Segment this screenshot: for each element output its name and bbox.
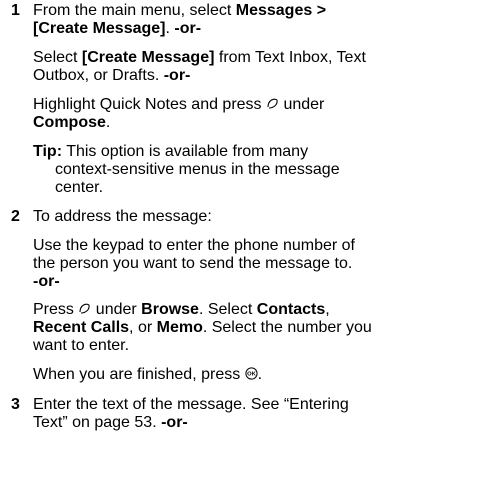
menu-path-create-message: [Create Message] [33, 20, 166, 37]
contacts-label: Contacts [256, 301, 326, 318]
or-marker: -or- [174, 20, 202, 37]
step-1-alt-1: Select [Create Message] from Text Inbox,… [33, 49, 366, 84]
memo-label: Memo [156, 319, 203, 336]
step-2-finished: When you are finished, press OK. [33, 366, 263, 383]
step-2-keypad: Use the keypad to enter the phone number… [33, 237, 355, 290]
browse-label: Browse [141, 301, 199, 318]
tip-label: Tip: [33, 143, 63, 160]
step-2-intro: To address the message: [33, 208, 212, 225]
tip-block: Tip: This option is available from many … [33, 143, 340, 196]
step-1-text: From the main menu, select Messages > [C… [33, 2, 327, 37]
right-softkey-icon [266, 97, 279, 110]
step-1-number: 1 [11, 2, 20, 19]
svg-text:OK: OK [247, 372, 257, 378]
step-1-alt-2: Highlight Quick Notes and press under Co… [33, 96, 325, 131]
step-3-number: 3 [11, 396, 20, 413]
compose-label: Compose [33, 114, 106, 131]
or-marker: -or- [161, 414, 188, 431]
step-2-browse: Press under Browse. Select Contacts, Rec… [33, 301, 372, 354]
right-softkey-icon [78, 302, 91, 315]
step-2-number: 2 [11, 208, 20, 225]
or-marker: -or- [33, 273, 60, 290]
create-message-label: [Create Message] [81, 49, 215, 66]
ok-button-icon: OK [245, 367, 258, 380]
or-marker: -or- [163, 67, 191, 84]
recent-calls-label: Recent Calls [33, 319, 130, 336]
menu-path-messages: Messages > [235, 2, 327, 19]
step-3-text: Enter the text of the message. See “Ente… [33, 396, 349, 431]
